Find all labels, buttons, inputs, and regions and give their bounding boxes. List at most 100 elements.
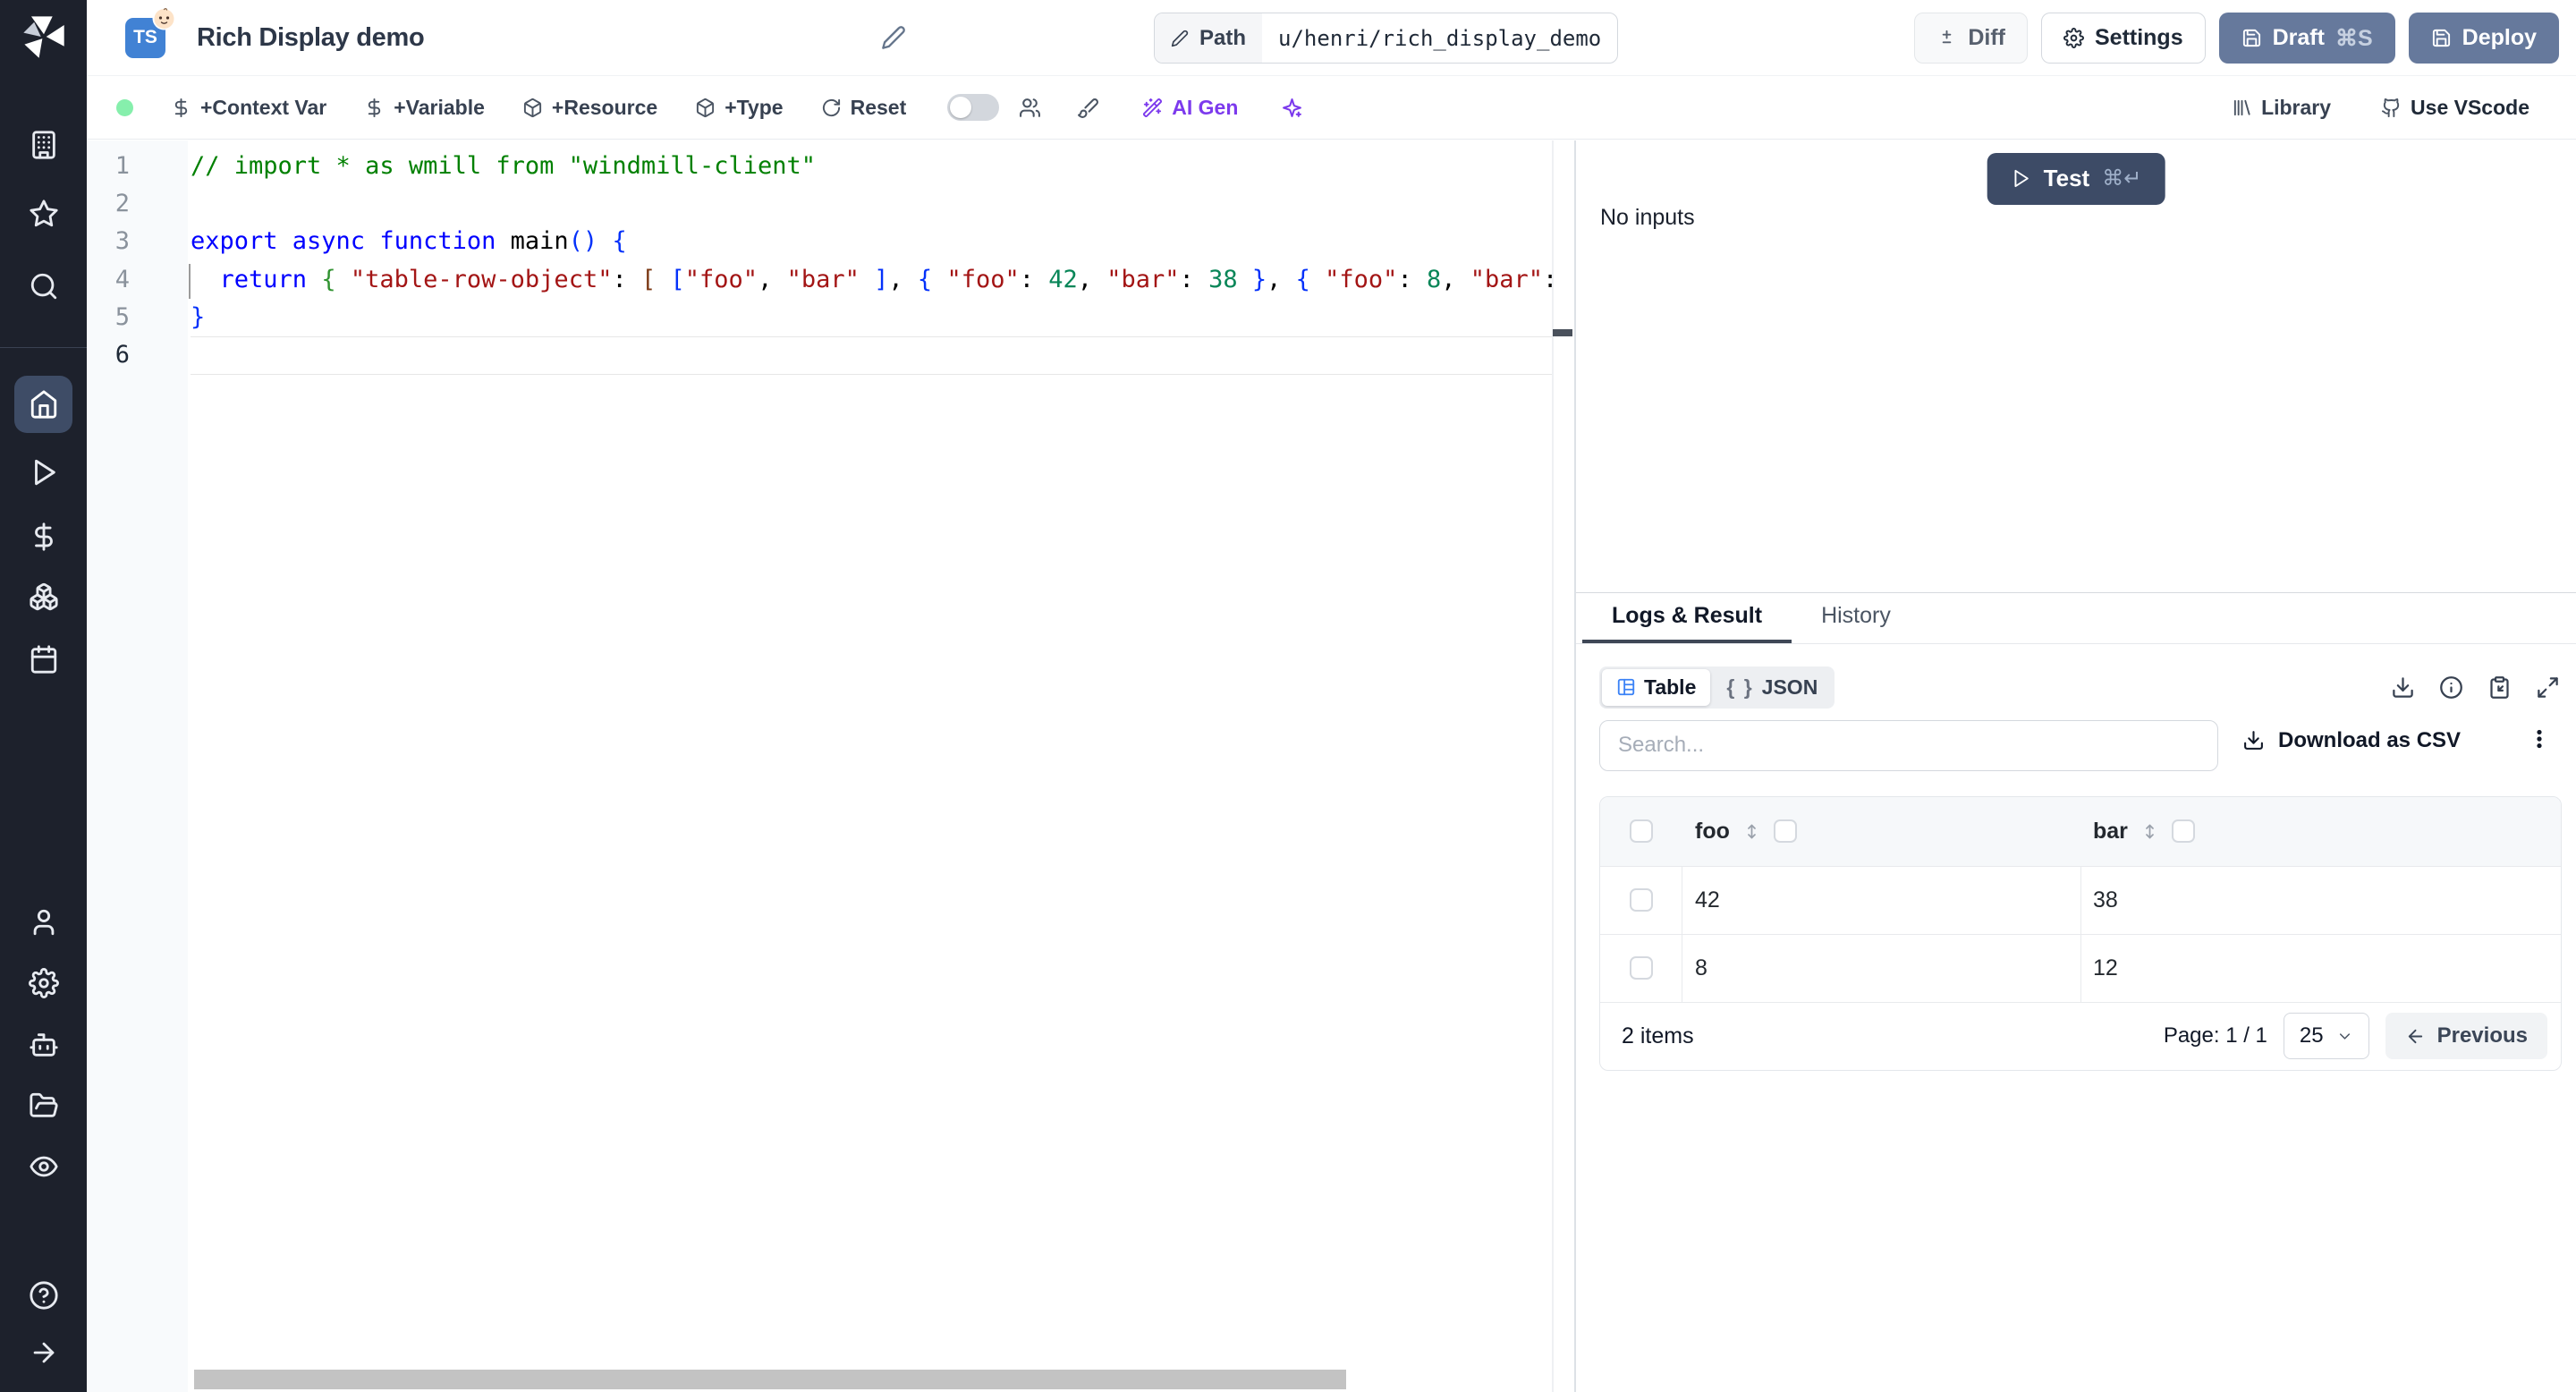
cell-bar: 12 <box>2093 955 2118 981</box>
settings-button[interactable]: Settings <box>2041 13 2206 64</box>
library-button[interactable]: Library <box>2232 96 2331 120</box>
view-table-button[interactable]: Table <box>1602 669 1710 706</box>
sidebar-item-workers[interactable] <box>14 1016 72 1074</box>
view-json-button[interactable]: { } JSON <box>1712 669 1832 706</box>
test-label: Test <box>2044 165 2090 192</box>
use-vscode-button[interactable]: Use VScode <box>2381 96 2529 120</box>
users-icon <box>1019 97 1041 119</box>
dollar-icon <box>29 522 59 552</box>
format-code-button[interactable] <box>1077 97 1099 119</box>
gear-icon <box>2063 28 2084 48</box>
add-type-button[interactable]: +Type <box>695 96 783 120</box>
cubes-icon <box>29 581 59 612</box>
sidebar <box>0 0 87 1392</box>
sort-icon[interactable] <box>1742 822 1761 841</box>
gear-icon <box>29 968 59 998</box>
ai-gen-button[interactable]: AI Gen <box>1142 96 1238 120</box>
ai-sparkles-button[interactable] <box>1281 97 1303 119</box>
table-row[interactable]: 8 12 <box>1600 934 2561 1002</box>
sidebar-item-help[interactable] <box>14 1267 72 1324</box>
sidebar-item-resources[interactable] <box>14 568 72 625</box>
code-line[interactable]: 4 return { "table-row-object": [ ["foo",… <box>87 261 1574 299</box>
play-icon <box>29 457 59 488</box>
toggle-switch[interactable] <box>947 94 999 121</box>
indent-guide <box>189 264 191 299</box>
tab-history[interactable]: History <box>1792 593 1920 643</box>
table-menu-button[interactable] <box>2526 724 2553 758</box>
table-row[interactable]: 42 38 <box>1600 866 2561 934</box>
sidebar-item-audit-logs[interactable] <box>14 1138 72 1195</box>
sidebar-item-folders[interactable] <box>14 1077 72 1134</box>
draft-button[interactable]: Draft ⌘S <box>2219 13 2395 64</box>
search-icon <box>29 271 59 301</box>
code-editor[interactable]: 1// import * as wmill from "windmill-cli… <box>87 140 1574 1392</box>
help-circle-icon <box>29 1280 59 1311</box>
lang-badge-label: TS <box>133 27 157 48</box>
save-icon <box>2431 28 2452 48</box>
tab-logs-result[interactable]: Logs & Result <box>1582 593 1792 643</box>
robot-icon <box>29 1030 59 1060</box>
code-line[interactable]: 5} <box>87 299 1574 336</box>
add-variable-button[interactable]: +Variable <box>364 96 485 120</box>
download-result-button[interactable] <box>2391 675 2415 700</box>
previous-label: Previous <box>2437 1023 2528 1048</box>
code-line[interactable]: 1// import * as wmill from "windmill-cli… <box>87 148 1574 185</box>
download-csv-button[interactable]: Download as CSV <box>2242 728 2461 753</box>
sidebar-item-users[interactable] <box>14 894 72 951</box>
test-button[interactable]: Test ⌘↵ <box>1987 153 2165 205</box>
users-icon-button[interactable] <box>1019 97 1041 119</box>
sidebar-item-workspace[interactable] <box>14 116 72 174</box>
reset-button[interactable]: Reset <box>821 96 907 120</box>
no-inputs-text: No inputs <box>1600 205 1695 231</box>
sidebar-item-favorites[interactable] <box>14 185 72 242</box>
kebab-icon <box>2528 727 2551 751</box>
code-line[interactable]: 2 <box>87 185 1574 223</box>
windmill-logo-icon[interactable] <box>20 13 68 61</box>
pencil-icon <box>1171 30 1189 47</box>
sidebar-expand-button[interactable] <box>14 1324 72 1381</box>
path-value: u/henri/rich_display_demo <box>1262 13 1617 63</box>
add-context-var-button[interactable]: +Context Var <box>171 96 326 120</box>
cell-foo: 42 <box>1695 887 1720 913</box>
sidebar-item-settings[interactable] <box>14 955 72 1012</box>
cell-bar: 38 <box>2093 887 2118 913</box>
wand-icon <box>1142 98 1163 118</box>
previous-page-button[interactable]: Previous <box>2385 1013 2547 1059</box>
result-info-button[interactable] <box>2439 675 2463 700</box>
code-lines: 1// import * as wmill from "windmill-cli… <box>87 148 1574 375</box>
add-resource-button[interactable]: +Resource <box>522 96 657 120</box>
status-dot <box>116 99 133 116</box>
code-line[interactable]: 3export async function main() { <box>87 223 1574 260</box>
arrow-left-icon <box>2405 1026 2426 1047</box>
sidebar-item-variables[interactable] <box>14 508 72 565</box>
search-input[interactable] <box>1599 720 2218 771</box>
column-toggle-checkbox[interactable] <box>1774 819 1797 843</box>
table-footer: 2 items Page: 1 / 1 25 Previous <box>1600 1002 2561 1070</box>
draft-shortcut: ⌘S <box>2335 25 2373 52</box>
deploy-button[interactable]: Deploy <box>2409 13 2559 64</box>
select-all-checkbox[interactable] <box>1630 819 1653 843</box>
sidebar-item-home[interactable] <box>14 376 72 433</box>
cell-foo: 8 <box>1695 955 1707 981</box>
pagination: Page: 1 / 1 25 Previous <box>2164 1013 2561 1059</box>
code-line[interactable]: 6 <box>87 336 1574 374</box>
items-count: 2 items <box>1600 1023 1694 1049</box>
copy-result-button[interactable] <box>2487 675 2512 700</box>
sidebar-item-runs[interactable] <box>14 444 72 501</box>
edit-summary-button[interactable] <box>881 25 906 50</box>
page-size-select[interactable]: 25 <box>2284 1013 2369 1059</box>
github-icon <box>2381 98 2402 118</box>
result-actions <box>2391 675 2560 700</box>
horizontal-scrollbar[interactable] <box>194 1370 1346 1389</box>
sidebar-item-search[interactable] <box>14 258 72 315</box>
path-selector[interactable]: Path u/henri/rich_display_demo <box>1154 13 1618 64</box>
json-braces-icon: { } <box>1726 675 1753 700</box>
sidebar-item-schedules[interactable] <box>14 631 72 688</box>
diff-button[interactable]: Diff <box>1914 13 2028 64</box>
expand-result-button[interactable] <box>2536 675 2560 700</box>
column-toggle-checkbox[interactable] <box>2172 819 2195 843</box>
sort-icon[interactable] <box>2140 822 2159 841</box>
row-checkbox[interactable] <box>1630 956 1653 980</box>
user-icon <box>29 907 59 938</box>
row-checkbox[interactable] <box>1630 888 1653 912</box>
